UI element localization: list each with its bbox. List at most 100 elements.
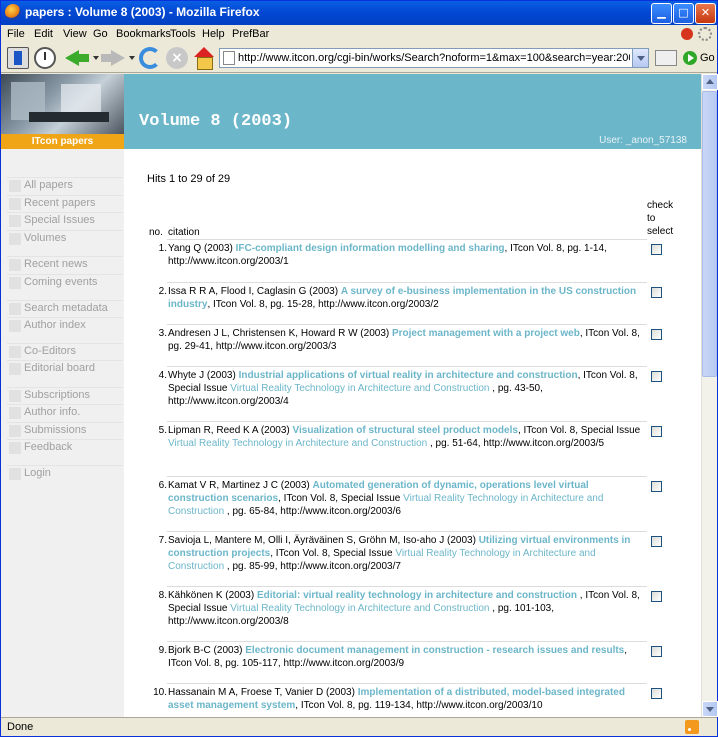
paper-title-link[interactable]: Industrial applications of virtual reali… — [239, 370, 578, 381]
sidebar-item-editorial-board[interactable]: Editorial board — [7, 360, 123, 376]
paper-url[interactable]: http://www.itcon.org/2003/3 — [216, 341, 337, 352]
bullet-square-icon — [9, 425, 21, 437]
stop-button[interactable]: × — [166, 47, 188, 69]
special-issue-link[interactable]: Virtual Reality Technology in Architectu… — [168, 438, 427, 449]
paper-url[interactable]: http://www.itcon.org/2003/9 — [283, 658, 404, 669]
sidebar-item-author-info[interactable]: Author info. — [7, 404, 123, 420]
select-checkbox[interactable] — [651, 244, 662, 255]
sidebar-item-author-index[interactable]: Author index — [7, 317, 123, 333]
bullet-square-icon — [9, 233, 21, 245]
bullet-square-icon — [9, 320, 21, 332]
select-checkbox[interactable] — [651, 536, 662, 547]
history-icon[interactable] — [34, 47, 56, 69]
paper-url[interactable]: http://www.itcon.org/2003/5 — [483, 438, 604, 449]
special-issue-link[interactable]: Virtual Reality Technology in Architectu… — [230, 383, 489, 394]
bookmarks-sidebar-icon[interactable] — [7, 47, 29, 69]
paper-title-link[interactable]: Project management with a project web — [392, 328, 580, 339]
paper-url[interactable]: http://www.itcon.org/2003/2 — [318, 299, 439, 310]
page-icon — [223, 51, 235, 65]
special-issue-link[interactable]: Virtual Reality Technology in Architectu… — [230, 603, 489, 614]
paper-title-link[interactable]: Visualization of structural steel produc… — [293, 425, 518, 436]
sidebar-item-login[interactable]: Login — [7, 465, 123, 481]
reload-button[interactable] — [139, 47, 161, 69]
menu-view[interactable]: View — [63, 28, 87, 40]
menu-prefbar[interactable]: PrefBar — [232, 28, 269, 40]
url-dropdown-icon[interactable] — [632, 49, 648, 67]
scroll-up-icon[interactable] — [702, 74, 718, 90]
select-checkbox[interactable] — [651, 371, 662, 382]
sidebar-item-all-papers[interactable]: All papers — [7, 177, 123, 193]
select-checkbox[interactable] — [651, 688, 662, 699]
menu-go[interactable]: Go — [93, 28, 108, 40]
paper-title-link[interactable]: Editorial: virtual reality technology in… — [257, 590, 577, 601]
paper-url[interactable]: http://www.itcon.org/2003/8 — [168, 616, 289, 627]
sidebar-nav: All papers Recent papers Special Issues … — [1, 149, 124, 717]
go-button-label[interactable]: Go — [700, 52, 715, 64]
back-button[interactable] — [65, 47, 91, 69]
menu-edit[interactable]: Edit — [34, 28, 53, 40]
header-photo — [1, 74, 124, 134]
close-button[interactable]: ✕ — [695, 3, 716, 24]
sidebar-item-coming-events[interactable]: Coming events — [7, 274, 123, 290]
stop-indicator-icon — [681, 28, 693, 40]
paper-title-link[interactable]: IFC-compliant design information modelli… — [236, 243, 505, 254]
scroll-thumb[interactable] — [702, 91, 717, 377]
status-bar: Done — [1, 717, 717, 736]
menu-help[interactable]: Help — [202, 28, 225, 40]
select-checkbox[interactable] — [651, 329, 662, 340]
bullet-square-icon — [9, 259, 21, 271]
bullet-square-icon — [9, 303, 21, 315]
paper-url[interactable]: http://www.itcon.org/2003/6 — [280, 506, 401, 517]
browser-window: papers : Volume 8 (2003) - Mozilla Firef… — [0, 0, 718, 737]
page-banner: Volume 8 (2003) User: _anon_57138 — [124, 74, 701, 149]
sidebar-item-feedback[interactable]: Feedback — [7, 439, 123, 455]
paper-url[interactable]: http://www.itcon.org/2003/1 — [168, 256, 289, 267]
paper-url[interactable]: http://www.itcon.org/2003/4 — [168, 396, 289, 407]
sidebar-item-subscriptions[interactable]: Subscriptions — [7, 387, 123, 403]
column-header-no: no. — [149, 227, 163, 238]
url-input[interactable] — [238, 50, 630, 66]
rss-go-icon[interactable] — [655, 50, 677, 66]
page-content: ITcon papers Volume 8 (2003) User: _anon… — [1, 74, 701, 717]
select-checkbox[interactable] — [651, 646, 662, 657]
sidebar-item-recent-news[interactable]: Recent news — [7, 256, 123, 272]
bullet-square-icon — [9, 277, 21, 289]
throbber-icon — [698, 27, 712, 41]
bullet-square-icon — [9, 198, 21, 210]
go-arrow-icon[interactable] — [683, 51, 697, 65]
column-header-check: check to select — [647, 200, 674, 237]
menu-bookmarks[interactable]: Bookmarks — [116, 28, 171, 40]
maximize-button[interactable]: □ — [673, 3, 694, 24]
sidebar-item-special-issues[interactable]: Special Issues — [7, 212, 123, 228]
bullet-square-icon — [9, 180, 21, 192]
select-checkbox[interactable] — [651, 287, 662, 298]
url-bar[interactable] — [219, 48, 649, 68]
vertical-scrollbar[interactable] — [701, 74, 718, 717]
forward-button[interactable] — [99, 47, 125, 69]
select-checkbox[interactable] — [651, 426, 662, 437]
bullet-square-icon — [9, 442, 21, 454]
rss-feed-icon[interactable] — [685, 720, 699, 734]
select-checkbox[interactable] — [651, 591, 662, 602]
sidebar-item-search-metadata[interactable]: Search metadata — [7, 300, 123, 316]
paper-title-link[interactable]: Electronic document management in constr… — [245, 645, 624, 656]
sidebar-item-recent-papers[interactable]: Recent papers — [7, 195, 123, 211]
scroll-down-icon[interactable] — [702, 701, 718, 717]
status-text: Done — [7, 721, 34, 733]
sidebar-item-co-editors[interactable]: Co-Editors — [7, 343, 123, 359]
home-button[interactable] — [193, 47, 215, 70]
select-checkbox[interactable] — [651, 481, 662, 492]
sidebar-item-submissions[interactable]: Submissions — [7, 422, 123, 438]
site-title[interactable]: ITcon papers — [1, 134, 124, 149]
paper-url[interactable]: http://www.itcon.org/2003/10 — [416, 700, 542, 711]
forward-dropdown-icon[interactable] — [129, 56, 135, 60]
menu-bar: File Edit View Go Bookmarks Tools Help P… — [1, 25, 717, 43]
menu-tools[interactable]: Tools — [170, 28, 196, 40]
menu-file[interactable]: File — [7, 28, 25, 40]
user-label: User: _anon_57138 — [599, 135, 687, 146]
bullet-square-icon — [9, 363, 21, 375]
paper-url[interactable]: http://www.itcon.org/2003/7 — [280, 561, 401, 572]
column-header-citation: citation — [168, 227, 200, 238]
sidebar-item-volumes[interactable]: Volumes — [7, 230, 123, 246]
minimize-button[interactable]: ▁ — [651, 3, 672, 24]
